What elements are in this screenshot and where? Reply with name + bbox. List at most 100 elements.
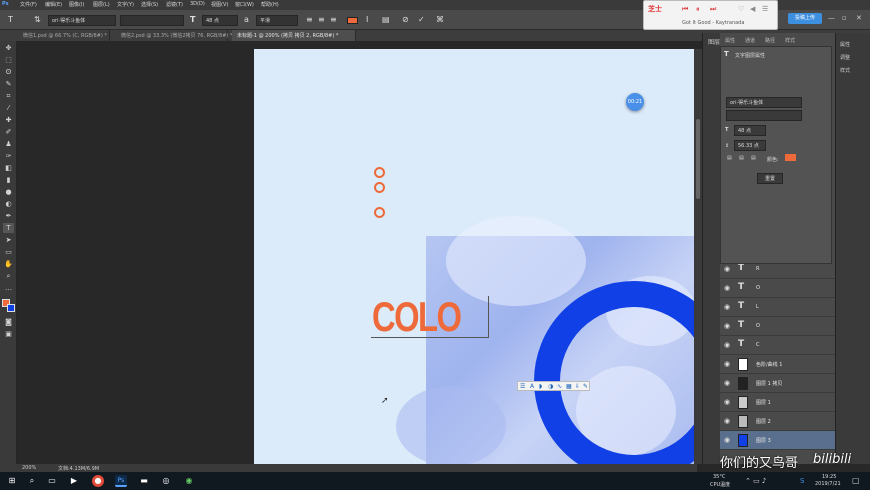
prop-color-swatch[interactable] xyxy=(785,154,796,161)
visibility-eye-icon[interactable]: ◉ xyxy=(724,265,730,273)
layer-row[interactable]: ◉ 图层 1 拷贝 xyxy=(720,374,835,393)
layer-row[interactable]: ◉ T L xyxy=(720,298,835,317)
panel-toggle-icon[interactable]: ▤ xyxy=(382,15,390,25)
path-select-tool-icon[interactable]: ➤ xyxy=(3,235,14,245)
next-icon[interactable]: ⏭ xyxy=(710,5,716,14)
cancel-icon[interactable]: ⊘ xyxy=(402,15,409,25)
font-family-select[interactable]: ori·得乐斗鱼体 xyxy=(48,15,116,26)
layer-row[interactable]: ◉ T O xyxy=(720,279,835,298)
upload-button[interactable]: 投稿上传 xyxy=(788,13,822,24)
quick-select-tool-icon[interactable]: ✎ xyxy=(3,79,14,89)
menu-view[interactable]: 视图(V) xyxy=(211,1,228,8)
hand-tool-icon[interactable]: ✋ xyxy=(3,259,14,269)
visibility-eye-icon[interactable]: ◉ xyxy=(724,436,730,444)
quick-mask-icon[interactable]: ◙ xyxy=(3,317,14,327)
3d-icon[interactable]: ⌘ xyxy=(436,15,444,25)
wechat-icon[interactable]: ◉ xyxy=(183,475,195,487)
tab-styles[interactable]: 样式 xyxy=(785,37,795,44)
layer-row[interactable]: ◉ T C xyxy=(720,336,835,355)
stamp-tool-icon[interactable]: ♟ xyxy=(3,139,14,149)
lasso-tool-icon[interactable]: ʘ xyxy=(3,67,14,77)
menu-select[interactable]: 选择(S) xyxy=(141,1,158,8)
menu-image[interactable]: 图像(I) xyxy=(69,1,84,8)
task-view-icon[interactable]: ▭ xyxy=(46,475,58,487)
dock-adjustments[interactable]: 调整 xyxy=(840,54,850,61)
text-mode-icon[interactable]: ☰ xyxy=(520,382,525,391)
brush-tool-icon[interactable]: ✐ xyxy=(3,127,14,137)
visibility-eye-icon[interactable]: ◉ xyxy=(724,417,730,425)
pause-icon[interactable]: ⏸ xyxy=(696,5,700,14)
volume-icon[interactable]: ◀ xyxy=(750,5,755,13)
menu-layer[interactable]: 图层(L) xyxy=(93,1,110,8)
commit-icon[interactable]: ✓ xyxy=(418,15,425,25)
visibility-eye-icon[interactable]: ◉ xyxy=(724,322,730,330)
move-tool-icon[interactable]: ✥ xyxy=(3,43,14,53)
panel-tab-layers[interactable]: 图层 xyxy=(708,37,720,46)
camera-app-icon[interactable]: ◎ xyxy=(160,475,172,487)
dodge-tool-icon[interactable]: ◐ xyxy=(3,199,14,209)
font-style-select[interactable] xyxy=(120,15,184,26)
visibility-eye-icon[interactable]: ◉ xyxy=(724,398,730,406)
prop-align-center-icon[interactable]: ▤ xyxy=(739,155,744,161)
dock-properties[interactable]: 属性 xyxy=(840,41,850,48)
like-icon[interactable]: ♡ xyxy=(738,5,744,13)
tab-channels[interactable]: 通道 xyxy=(745,37,755,44)
warp-text-icon[interactable]: Ⅰ xyxy=(366,15,368,25)
photoshop-logo-icon[interactable]: Ps xyxy=(2,1,9,7)
menu-3d[interactable]: 3D(D) xyxy=(190,1,205,7)
search-icon[interactable]: ⌕ xyxy=(26,475,38,487)
layer-row[interactable]: ◉ 图层 3 xyxy=(720,431,835,450)
toggle-orientation-icon[interactable]: ⇅ xyxy=(34,15,41,25)
tab-paths[interactable]: 路径 xyxy=(765,37,775,44)
wave-icon[interactable]: ∿ xyxy=(557,382,562,391)
layer-row[interactable]: ◉ 图层 2 xyxy=(720,412,835,431)
photoshop-app-icon[interactable]: Ps xyxy=(115,475,127,487)
layer-row[interactable]: ◉ 色阶/曲线 1 xyxy=(720,355,835,374)
menu-file[interactable]: 文件(F) xyxy=(20,1,37,8)
history-brush-tool-icon[interactable]: ✑ xyxy=(3,151,14,161)
layer-row[interactable]: ◉ 图层 1 xyxy=(720,393,835,412)
visibility-eye-icon[interactable]: ◉ xyxy=(724,341,730,349)
font-size-select[interactable]: 48 点 xyxy=(202,15,238,26)
visibility-eye-icon[interactable]: ◉ xyxy=(724,284,730,292)
download-icon[interactable]: ⇩ xyxy=(575,382,580,391)
shape-tool-icon[interactable]: ▭ xyxy=(3,247,14,257)
font-icon[interactable]: A xyxy=(530,382,534,391)
tray-s-icon[interactable]: S xyxy=(800,477,804,485)
close-icon[interactable]: ✕ xyxy=(856,14,862,22)
menu-edit[interactable]: 编辑(E) xyxy=(45,1,62,8)
align-left-icon[interactable]: ≡ xyxy=(306,15,313,25)
windows-start-icon[interactable]: ⊞ xyxy=(6,475,18,487)
crop-tool-icon[interactable]: ⌗ xyxy=(3,91,14,101)
zoom-tool-icon[interactable]: ⌕ xyxy=(3,271,14,281)
menu-filter[interactable]: 滤镜(T) xyxy=(166,1,183,8)
prop-align-right-icon[interactable]: ▤ xyxy=(751,155,756,161)
more-tools-icon[interactable]: … xyxy=(3,283,14,293)
prop-font-family[interactable]: ori·得乐斗鱼体 xyxy=(726,97,802,108)
prop-align-left-icon[interactable]: ▤ xyxy=(727,155,732,161)
tab-properties[interactable]: 属性 xyxy=(725,37,735,44)
prop-font-style[interactable] xyxy=(726,110,802,121)
text-color-swatch[interactable] xyxy=(347,17,358,24)
video-app-icon[interactable]: ▶ xyxy=(68,475,80,487)
menu-type[interactable]: 文字(Y) xyxy=(117,1,134,8)
type-tool-icon[interactable]: T xyxy=(3,223,14,233)
text-bounding-box[interactable] xyxy=(371,296,489,338)
prev-icon[interactable]: ⏮ xyxy=(682,5,688,14)
antialias-select[interactable]: 平滑 xyxy=(256,15,298,26)
align-right-icon[interactable]: ≡ xyxy=(330,15,337,25)
prop-leading[interactable]: 56.33 点 xyxy=(734,140,766,151)
eraser-tool-icon[interactable]: ◧ xyxy=(3,163,14,173)
image-icon[interactable]: ▦ xyxy=(566,382,572,391)
healing-tool-icon[interactable]: ✚ xyxy=(3,115,14,125)
zoom-level[interactable]: 200% xyxy=(22,465,36,471)
style-icon[interactable]: ◗ xyxy=(539,382,542,391)
marquee-tool-icon[interactable]: ⬚ xyxy=(3,55,14,65)
visibility-eye-icon[interactable]: ◉ xyxy=(724,360,730,368)
menu-window[interactable]: 窗口(W) xyxy=(235,1,254,8)
tray-icons[interactable]: ⌃ ▭ ♪ xyxy=(745,477,766,485)
gradient-tool-icon[interactable]: ▮ xyxy=(3,175,14,185)
screen-mode-icon[interactable]: ▣ xyxy=(3,329,14,339)
paint-icon[interactable]: ◑ xyxy=(548,382,553,391)
chrome-icon[interactable]: ● xyxy=(92,475,104,487)
